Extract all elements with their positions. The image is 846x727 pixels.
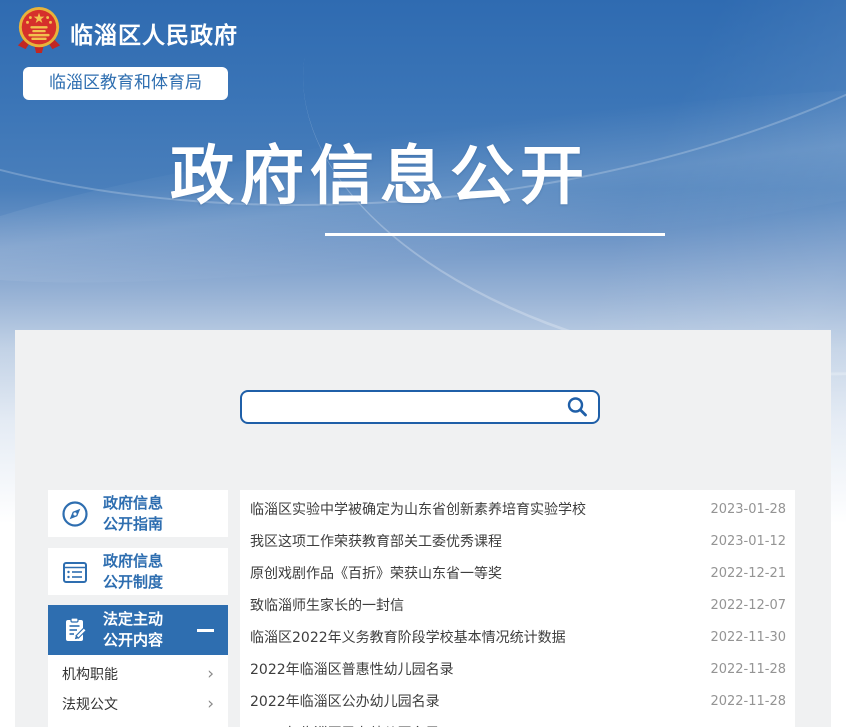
news-title: 临淄区2022年义务教育阶段学校基本情况统计数据	[250, 627, 566, 647]
news-title: 2022年临淄区公办幼儿园名录	[250, 691, 440, 711]
national-emblem-icon	[16, 5, 62, 55]
site-title[interactable]: 临淄区人民政府	[70, 16, 238, 50]
news-list-item[interactable]: 致临淄师生家长的一封信 2022-12-07	[240, 589, 795, 621]
news-date: 2022-11-28	[710, 662, 786, 677]
news-list-item[interactable]: 临淄区2022年义务教育阶段学校基本情况统计数据 2022-11-30	[240, 621, 795, 653]
document-list-icon	[60, 557, 90, 587]
active-indicator	[197, 629, 214, 632]
sidebar-item-label: 法定主动 公开内容	[103, 609, 163, 651]
sidebar-item-gov-info-guide[interactable]: 政府信息 公开指南	[48, 490, 228, 537]
news-list: 临淄区实验中学被确定为山东省创新素养培育实验学校 2023-01-28 我区这项…	[240, 490, 795, 727]
news-title: 我区这项工作荣获教育部关工委优秀课程	[250, 531, 502, 551]
search-button[interactable]	[556, 392, 598, 422]
search-icon	[565, 395, 589, 419]
news-title: 临淄区实验中学被确定为山东省创新素养培育实验学校	[250, 499, 586, 519]
search-bar	[240, 390, 600, 424]
submenu-item-label: 法规公文	[62, 694, 118, 714]
submenu-item-org-functions[interactable]: 机构职能 ›	[48, 659, 228, 689]
sidebar-item-label: 政府信息 公开指南	[103, 493, 163, 535]
news-list-item[interactable]: 2022年临淄区民办幼儿园名录	[240, 717, 795, 727]
sidebar-submenu: 机构职能 › 法规公文 ›	[48, 655, 228, 727]
search-input[interactable]	[242, 392, 556, 422]
compass-icon	[60, 499, 90, 529]
sidebar-item-label: 政府信息 公开制度	[103, 551, 163, 593]
chevron-right-icon: ›	[207, 666, 214, 683]
news-title: 2022年临淄区民办幼儿园名录	[250, 723, 440, 727]
submenu-item-regulations[interactable]: 法规公文 ›	[48, 689, 228, 719]
page-title: 政府信息公开	[170, 142, 590, 212]
sidebar-item-gov-info-system[interactable]: 政府信息 公开制度	[48, 548, 228, 595]
news-date: 2023-01-28	[710, 502, 786, 517]
sidebar-item-legal-disclosure[interactable]: 法定主动 公开内容	[48, 605, 228, 655]
news-list-item[interactable]: 2022年临淄区公办幼儿园名录 2022-11-28	[240, 685, 795, 717]
news-date: 2022-11-30	[710, 630, 786, 645]
news-list-item[interactable]: 我区这项工作荣获教育部关工委优秀课程 2023-01-12	[240, 525, 795, 557]
news-title: 致临淄师生家长的一封信	[250, 595, 404, 615]
news-list-item[interactable]: 2022年临淄区普惠性幼儿园名录 2022-11-28	[240, 653, 795, 685]
page: 临淄区人民政府 临淄区教育和体育局 政府信息公开 政府信息 公开指南	[0, 0, 846, 727]
submenu-item-label: 机构职能	[62, 664, 118, 684]
news-title: 原创戏剧作品《百折》荣获山东省一等奖	[250, 563, 502, 583]
news-list-item[interactable]: 原创戏剧作品《百折》荣获山东省一等奖 2022-12-21	[240, 557, 795, 589]
news-date: 2022-12-07	[710, 598, 786, 613]
department-button[interactable]: 临淄区教育和体育局	[23, 67, 228, 100]
title-underline	[325, 233, 665, 236]
news-date: 2022-11-28	[710, 694, 786, 709]
news-date: 2023-01-12	[710, 534, 786, 549]
news-list-item[interactable]: 临淄区实验中学被确定为山东省创新素养培育实验学校 2023-01-28	[240, 493, 795, 525]
chevron-right-icon: ›	[207, 696, 214, 713]
news-title: 2022年临淄区普惠性幼儿园名录	[250, 659, 454, 679]
clipboard-pencil-icon	[60, 615, 90, 645]
news-date: 2022-12-21	[710, 566, 786, 581]
